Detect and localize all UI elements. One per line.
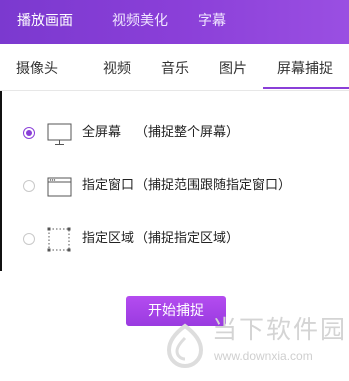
watermark-text: 当下软件园 [212,315,348,344]
fullscreen-description: （捕捉整个屏幕） [135,125,240,140]
dashed-region-icon [47,227,71,252]
tab-video-beautify[interactable]: 视频美化 [112,11,168,31]
capture-option-region[interactable]: 指定区域 （捕捉指定区域） [0,227,349,253]
region-radio[interactable] [23,233,35,245]
region-label: 指定区域 [82,231,135,246]
sub-tab-bar: 摄像头 视频 音乐 图片 屏幕捕捉 [0,44,349,90]
subtab-screen-capture[interactable]: 屏幕捕捉 [277,59,333,79]
subtab-video[interactable]: 视频 [103,59,131,79]
capture-option-fullscreen[interactable]: 全屏幕 （捕捉整个屏幕） [0,121,349,147]
subtab-music[interactable]: 音乐 [161,59,189,79]
capture-option-window[interactable]: 指定窗口 （捕捉范围跟随指定窗口） [0,174,349,200]
fullscreen-radio[interactable] [23,127,35,139]
tab-subtitles[interactable]: 字幕 [198,11,226,31]
active-subtab-indicator [263,87,349,89]
watermark-url: www.downxia.com [214,349,313,363]
subtab-divider [0,90,349,91]
subtab-camera[interactable]: 摄像头 [16,59,58,79]
region-description: （捕捉指定区域） [135,231,240,246]
window-label: 指定窗口 [82,178,135,193]
window-description: （捕捉范围跟随指定窗口） [135,178,292,193]
watermark-logo-icon [166,323,204,369]
fullscreen-label: 全屏幕 [82,125,122,140]
window-icon [47,177,72,197]
monitor-icon [47,123,72,145]
window-radio[interactable] [23,180,35,192]
tab-playback-screen[interactable]: 播放画面 [17,11,73,31]
subtab-image[interactable]: 图片 [219,59,247,79]
top-tab-bar: 播放画面 视频美化 字幕 [0,0,349,44]
